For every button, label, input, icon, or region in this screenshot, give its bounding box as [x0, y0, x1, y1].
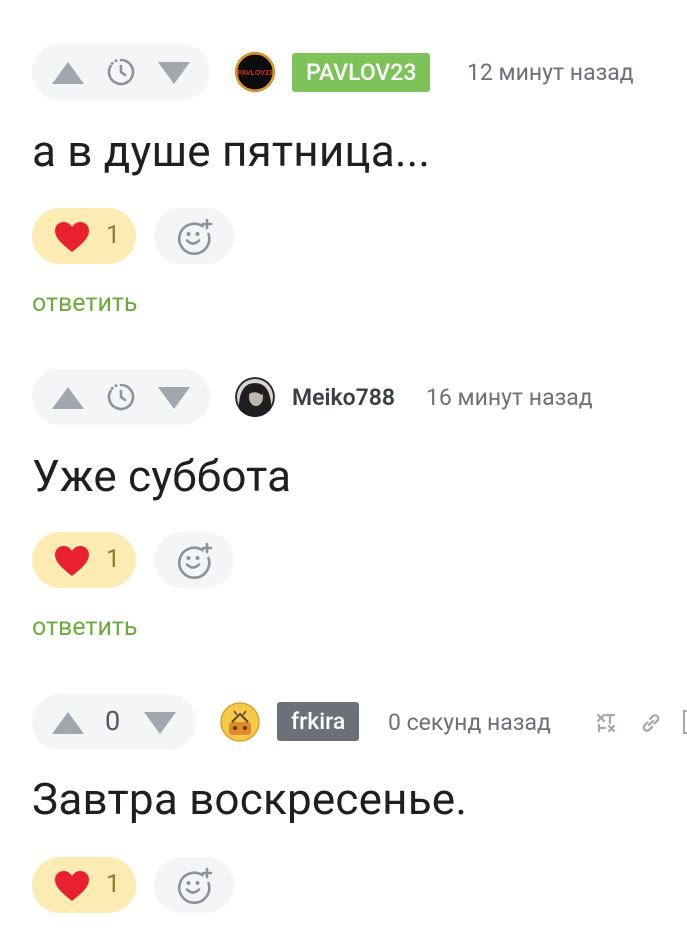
comment-text: а в душе пятница...	[32, 125, 431, 177]
comment-timestamp: 12 минут назад	[467, 59, 634, 86]
add-reaction-button[interactable]	[154, 857, 234, 913]
avatar-photo	[235, 377, 275, 417]
heart-icon	[55, 546, 89, 576]
author-username[interactable]: frkira	[277, 702, 360, 741]
like-reaction-button[interactable]: 1	[32, 208, 136, 264]
like-reaction-button[interactable]: 1	[32, 532, 136, 588]
heart-icon	[55, 871, 89, 901]
upvote-arrow-icon[interactable]	[50, 385, 86, 411]
link-icon[interactable]	[639, 711, 663, 735]
like-count: 1	[106, 221, 121, 250]
avatar[interactable]	[235, 377, 275, 417]
timer-icon	[107, 58, 135, 86]
author-username[interactable]: Meiko788	[292, 384, 395, 411]
avatar-emoji	[220, 702, 260, 742]
more-tool-icon[interactable]	[683, 710, 687, 734]
avatar[interactable]	[220, 702, 260, 742]
comment-text: Завтра воскресенье.	[32, 773, 468, 825]
add-emoji-icon	[178, 218, 213, 256]
upvote-arrow-icon[interactable]	[50, 60, 86, 86]
downvote-arrow-icon[interactable]	[142, 710, 178, 736]
vote-widget	[32, 44, 210, 100]
svg-text:PAVLOV23: PAVLOV23	[237, 70, 273, 77]
vote-widget: 0	[32, 694, 196, 750]
downvote-arrow-icon[interactable]	[156, 385, 192, 411]
comment-timestamp: 0 секунд назад	[388, 709, 551, 736]
add-reaction-button[interactable]	[154, 208, 234, 264]
author-username[interactable]: PAVLOV23	[292, 53, 431, 92]
vote-widget	[32, 369, 210, 425]
comment: Meiko788 16 минут назад Уже суббота 1 от…	[0, 369, 687, 659]
reply-link[interactable]: ответить	[32, 289, 137, 318]
downvote-arrow-icon[interactable]	[156, 60, 192, 86]
upvote-arrow-icon[interactable]	[50, 710, 86, 736]
reply-link[interactable]: ответить	[32, 613, 137, 642]
add-emoji-icon	[178, 542, 213, 580]
like-reaction-button[interactable]: 1	[32, 857, 136, 913]
add-reaction-button[interactable]	[154, 532, 234, 588]
avatar[interactable]: PAVLOV23	[235, 52, 275, 92]
like-count: 1	[106, 545, 121, 574]
vote-score: 0	[105, 705, 121, 737]
heart-icon	[55, 222, 89, 252]
add-emoji-icon	[178, 867, 213, 905]
comment-timestamp: 16 минут назад	[426, 384, 593, 411]
like-count: 1	[106, 870, 121, 899]
comment-tree-icon[interactable]	[594, 711, 618, 735]
comment: PAVLOV23 PAVLOV23 12 минут назад а в душ…	[0, 44, 687, 334]
comment: 0 frkira 0 секунд назад Завтра воскресен…	[0, 694, 687, 930]
comment-text: Уже суббота	[32, 450, 292, 502]
avatar-logo: PAVLOV23	[235, 52, 275, 92]
timer-icon	[107, 383, 135, 411]
